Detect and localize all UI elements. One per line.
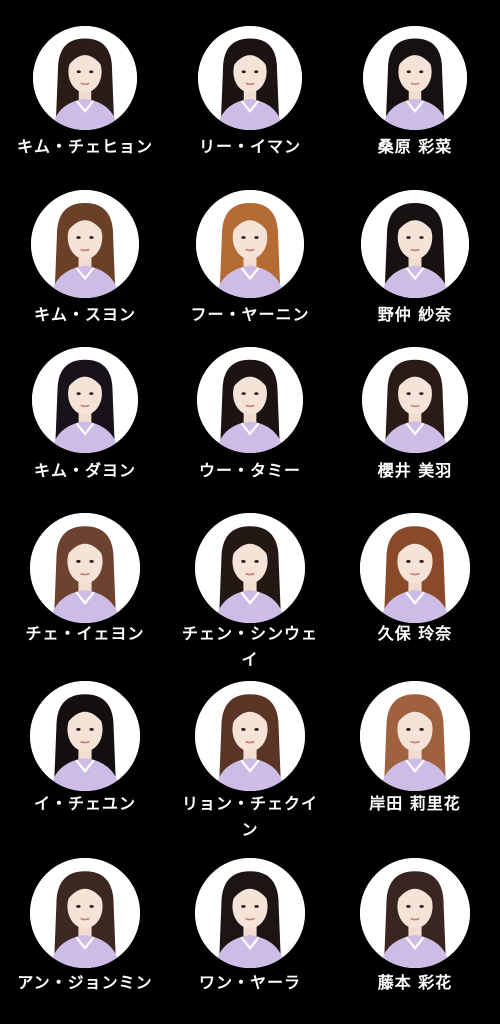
member-name: キム・ダヨン [33,461,136,480]
member-card[interactable]: チェ・イェヨン [2,513,168,647]
member-avatar[interactable] [30,681,140,791]
member-card[interactable]: リョン・チェクイン [167,681,333,843]
member-avatar[interactable] [30,858,140,968]
member-card[interactable]: チェン・シンウェイ [167,513,333,673]
member-card[interactable]: 野仲 紗奈 [332,190,498,328]
member-name: ウー・タミー [198,461,301,480]
member-card[interactable]: アン・ジョンミン [2,858,168,996]
member-name: アン・ジョンミン [17,973,153,992]
member-avatar[interactable] [197,347,303,453]
member-name: チェン・シンウェイ [181,624,318,669]
member-avatar[interactable] [361,190,469,298]
member-avatar[interactable] [30,513,140,623]
member-name: 櫻井 美羽 [377,461,453,480]
member-card[interactable]: キム・ダヨン [2,347,168,484]
member-name: ワン・ヤーラ [198,973,301,992]
member-avatar[interactable] [363,26,467,130]
member-card[interactable]: キム・スヨン [2,190,168,328]
member-avatar[interactable] [195,681,305,791]
member-card[interactable]: 久保 玲奈 [332,513,498,647]
member-card[interactable]: 岸田 莉里花 [332,681,498,817]
member-card[interactable]: フー・ヤーニン [167,190,333,328]
member-card[interactable]: 桑原 彩菜 [332,26,498,160]
member-card[interactable]: ワン・ヤーラ [167,858,333,996]
member-avatar[interactable] [360,681,470,791]
member-avatar[interactable] [31,190,139,298]
member-name: リョン・チェクイン [181,794,318,839]
member-name: 藤本 彩花 [377,973,453,992]
member-name: フー・ヤーニン [190,305,310,324]
member-card[interactable]: キム・チェヒョン [2,26,168,160]
member-avatar[interactable] [198,26,302,130]
member-card[interactable]: イ・チェユン [2,681,168,817]
member-avatar[interactable] [360,513,470,623]
member-name: キム・スヨン [33,305,136,324]
member-card[interactable]: 櫻井 美羽 [332,347,498,484]
member-avatar[interactable] [33,26,137,130]
member-avatar[interactable] [360,858,470,968]
member-avatar[interactable] [196,190,304,298]
member-card[interactable]: ウー・タミー [167,347,333,484]
member-name: チェ・イェヨン [25,624,145,643]
member-name: 野仲 紗奈 [377,305,453,324]
member-name: イ・チェユン [33,794,136,813]
member-name: 桑原 彩菜 [377,137,453,156]
member-name: 久保 玲奈 [377,624,453,643]
member-card[interactable]: 藤本 彩花 [332,858,498,996]
member-avatar[interactable] [362,347,468,453]
member-name: 岸田 莉里花 [369,794,461,813]
member-avatar[interactable] [195,513,305,623]
member-avatar[interactable] [32,347,138,453]
member-name: リー・イマン [198,137,301,156]
member-grid: キム・チェヒョン リー・イマン 桑原 彩菜 キム・スヨン フー・ヤーニン 野仲 … [0,0,500,1024]
member-card[interactable]: リー・イマン [167,26,333,160]
member-avatar[interactable] [195,858,305,968]
member-name: キム・チェヒョン [16,137,153,156]
